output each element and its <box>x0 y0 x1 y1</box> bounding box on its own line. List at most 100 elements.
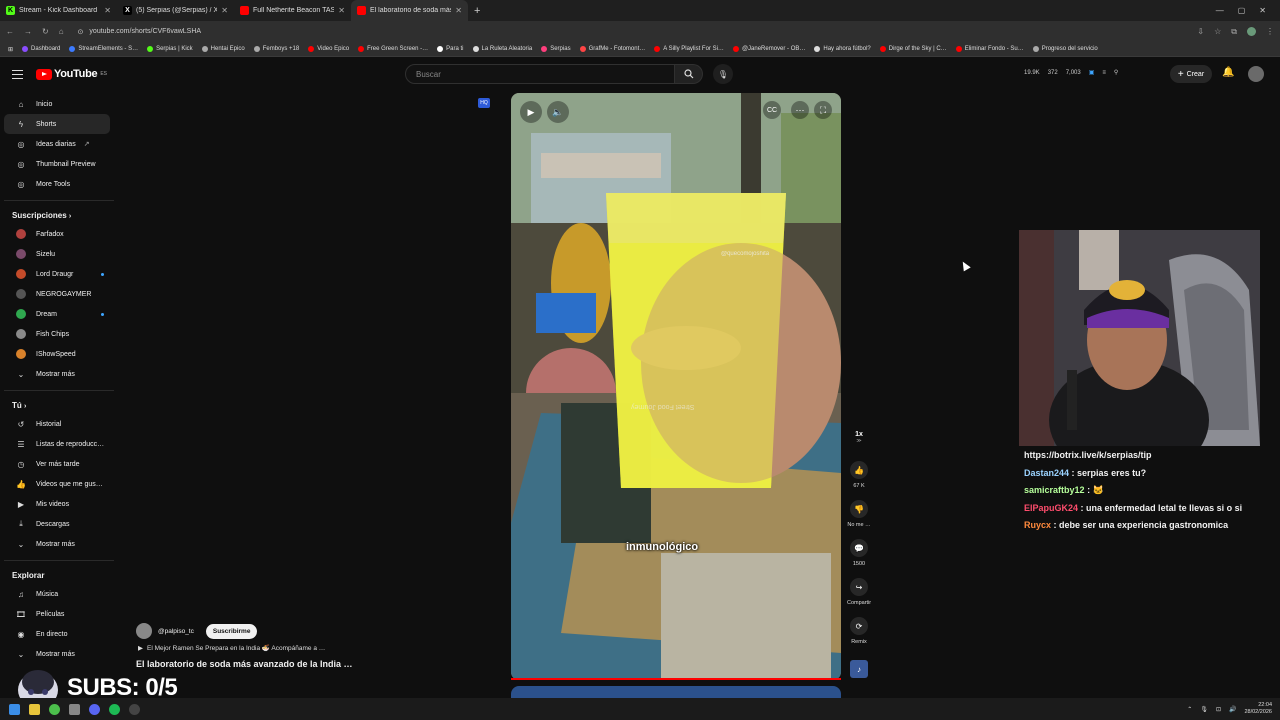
close-tab-icon[interactable]: ✕ <box>455 6 462 15</box>
channel-avatar[interactable] <box>136 623 152 639</box>
bookmark-item[interactable]: StreamElements - S… <box>69 46 138 52</box>
reload-icon[interactable]: ↻ <box>42 27 49 36</box>
sidebar-item[interactable]: ⤓ Descargas <box>4 514 110 534</box>
sidebar-item[interactable]: ♫ Música <box>4 584 110 604</box>
like-button[interactable]: 👍 67 K <box>847 461 871 489</box>
account-avatar[interactable] <box>1248 66 1264 82</box>
sidebar-item[interactable]: ▶ Mis videos <box>4 494 110 514</box>
you-show-more[interactable]: ⌄ Mostrar más <box>4 534 110 554</box>
search-button[interactable] <box>675 64 703 84</box>
discord-icon[interactable] <box>89 703 100 715</box>
subscriptions-header[interactable]: Suscripciones › <box>0 205 118 224</box>
browser-tab[interactable]: X (5) Serpias (@Serpias) / X ✕ <box>117 0 234 21</box>
fullscreen-button[interactable]: ⛶ <box>814 101 832 119</box>
sidebar-item[interactable]: ☰ Listas de reproducc… <box>4 434 110 454</box>
apps-grid-icon[interactable]: ⊞ <box>8 46 13 53</box>
bookmark-item[interactable]: GrafMe - Fotomont… <box>579 46 645 52</box>
sidebar-item[interactable]: ϟ Shorts <box>4 114 110 134</box>
bookmark-item[interactable]: A Silly Playlist For Si… <box>654 46 724 52</box>
sidebar-subscription[interactable]: Dream <box>4 304 110 324</box>
tray-chevron-icon[interactable]: ⌃ <box>1187 706 1192 713</box>
volume-button[interactable]: 🔈 <box>547 101 569 123</box>
comments-button[interactable]: 💬 1500 <box>847 539 871 567</box>
sidebar-item[interactable]: ◎ Thumbnail Preview <box>4 154 110 174</box>
site-info-icon[interactable]: ⊙ <box>78 28 84 36</box>
hq-badge[interactable]: HQ <box>478 98 490 108</box>
network-icon[interactable]: ⊡ <box>1216 706 1221 713</box>
maximize-icon[interactable]: ▢ <box>1238 6 1246 15</box>
start-icon[interactable] <box>9 703 20 715</box>
forward-icon[interactable]: → <box>24 27 32 36</box>
new-tab-button[interactable]: + <box>474 5 480 17</box>
extension-icon[interactable]: ▣ <box>1089 69 1095 76</box>
sidebar-subscription[interactable]: Fish Chips <box>4 324 110 344</box>
remix-button[interactable]: ⟳ Remix <box>847 617 871 645</box>
next-short-preview[interactable] <box>511 686 841 698</box>
chat-username[interactable]: ElPapuGK24 <box>1024 503 1078 513</box>
sidebar-item[interactable]: ◎ Ideas diarias ↗ <box>4 134 110 154</box>
app-icon[interactable] <box>69 703 80 715</box>
bookmark-item[interactable]: Serpias <box>541 46 571 52</box>
profile-icon[interactable] <box>1247 27 1256 36</box>
dislike-button[interactable]: 👎 No me … <box>847 500 871 528</box>
bookmark-item[interactable]: Serpias | Kick <box>147 46 193 52</box>
home-icon[interactable]: ⌂ <box>59 27 64 36</box>
sidebar-item[interactable]: ◷ Ver más tarde <box>4 454 110 474</box>
bookmark-item[interactable]: Para ti <box>437 46 464 52</box>
browser-tab[interactable]: Full Netherite Beacon TAS (4 m…✕ <box>234 0 351 21</box>
system-clock[interactable]: 22:04 28/02/2026 <box>1244 702 1272 716</box>
browser-tab[interactable]: El laboratorio de soda más avan… ✕ <box>351 0 468 21</box>
sidebar-subscription[interactable]: NEGROGAYMER <box>4 284 110 304</box>
bookmark-item[interactable]: @JaneRemover - OB… <box>732 46 805 52</box>
notifications-bell-icon[interactable]: 🔔 <box>1222 67 1234 78</box>
install-icon[interactable]: ⇩ <box>1197 27 1204 36</box>
share-button[interactable]: ↪ Compartir <box>847 578 871 606</box>
video-progress-bar[interactable] <box>511 678 841 680</box>
menu-dots-icon[interactable]: ⋮ <box>1266 27 1274 36</box>
close-tab-icon[interactable]: ✕ <box>221 6 228 15</box>
bookmark-item[interactable]: Hay ahora fútbol? <box>814 46 871 52</box>
sidebar-subscription[interactable]: Lord Draugr <box>4 264 110 284</box>
channel-name[interactable]: @palpiso_tc <box>158 628 194 635</box>
list-icon[interactable]: ≡ <box>1102 70 1106 76</box>
short-title[interactable]: El laboratorio de soda más avanzado de l… <box>136 659 353 669</box>
chat-username[interactable]: Dastan244 <box>1024 468 1069 478</box>
sidebar-subscription[interactable]: IShowSpeed <box>4 344 110 364</box>
shorts-video-player[interactable]: ▶ 🔈 CC ⋯ ⛶ @quecomojoshita Street Food J… <box>511 93 841 680</box>
voice-search-button[interactable]: 🎙 <box>713 64 733 84</box>
youtube-logo[interactable]: YouTube ES <box>36 68 107 80</box>
back-icon[interactable]: ← <box>6 27 14 36</box>
captions-button[interactable]: CC <box>763 101 781 119</box>
bookmark-item[interactable]: Video Epico <box>308 46 349 52</box>
bookmark-item[interactable]: La Ruleta Aleatoria <box>472 46 532 52</box>
speed-control[interactable]: 1x ≫ <box>847 431 871 444</box>
bookmark-item[interactable]: Progreso del servicio <box>1032 46 1098 52</box>
filter-icon[interactable]: ⚲ <box>1114 69 1118 76</box>
more-options-button[interactable]: ⋯ <box>791 101 809 119</box>
sound-thumbnail[interactable]: ♪ <box>847 660 871 682</box>
search-input[interactable]: Buscar <box>405 64 675 84</box>
bookmark-item[interactable]: Hentai Epico <box>201 46 245 52</box>
browser-tab[interactable]: K Stream - Kick Dashboard ✕ <box>0 0 117 21</box>
minimize-icon[interactable]: — <box>1216 6 1224 15</box>
subs-show-more[interactable]: ⌄ Mostrar más <box>4 364 110 384</box>
explore-show-more[interactable]: ⌄ Mostrar más <box>4 644 110 664</box>
bookmark-item[interactable]: Dirge of the Sky | C… <box>879 46 947 52</box>
chrome-icon[interactable] <box>49 703 60 715</box>
extensions-icon[interactable]: ⧉ <box>1231 27 1237 37</box>
close-tab-icon[interactable]: ✕ <box>104 6 111 15</box>
sidebar-item[interactable]: ◉ En directo <box>4 624 110 644</box>
bookmark-item[interactable]: Femboys +18 <box>253 46 299 52</box>
chat-username[interactable]: Ruycx <box>1024 520 1051 530</box>
play-button[interactable]: ▶ <box>520 101 542 123</box>
sidebar-subscription[interactable]: Farfadox <box>4 224 110 244</box>
mic-tray-icon[interactable]: 🎙 <box>1200 706 1208 713</box>
hamburger-menu-icon[interactable] <box>12 70 23 79</box>
bookmark-star-icon[interactable]: ☆ <box>1214 27 1221 36</box>
subscribe-button[interactable]: Suscribirme <box>205 623 258 639</box>
sidebar-item[interactable]: ◎ More Tools <box>4 174 110 194</box>
you-header[interactable]: Tú › <box>0 395 118 414</box>
sidebar-item[interactable]: ⌂ Inicio <box>4 94 110 114</box>
file-explorer-icon[interactable] <box>29 703 40 715</box>
sidebar-item[interactable]: 👍 Videos que me gus… <box>4 474 110 494</box>
